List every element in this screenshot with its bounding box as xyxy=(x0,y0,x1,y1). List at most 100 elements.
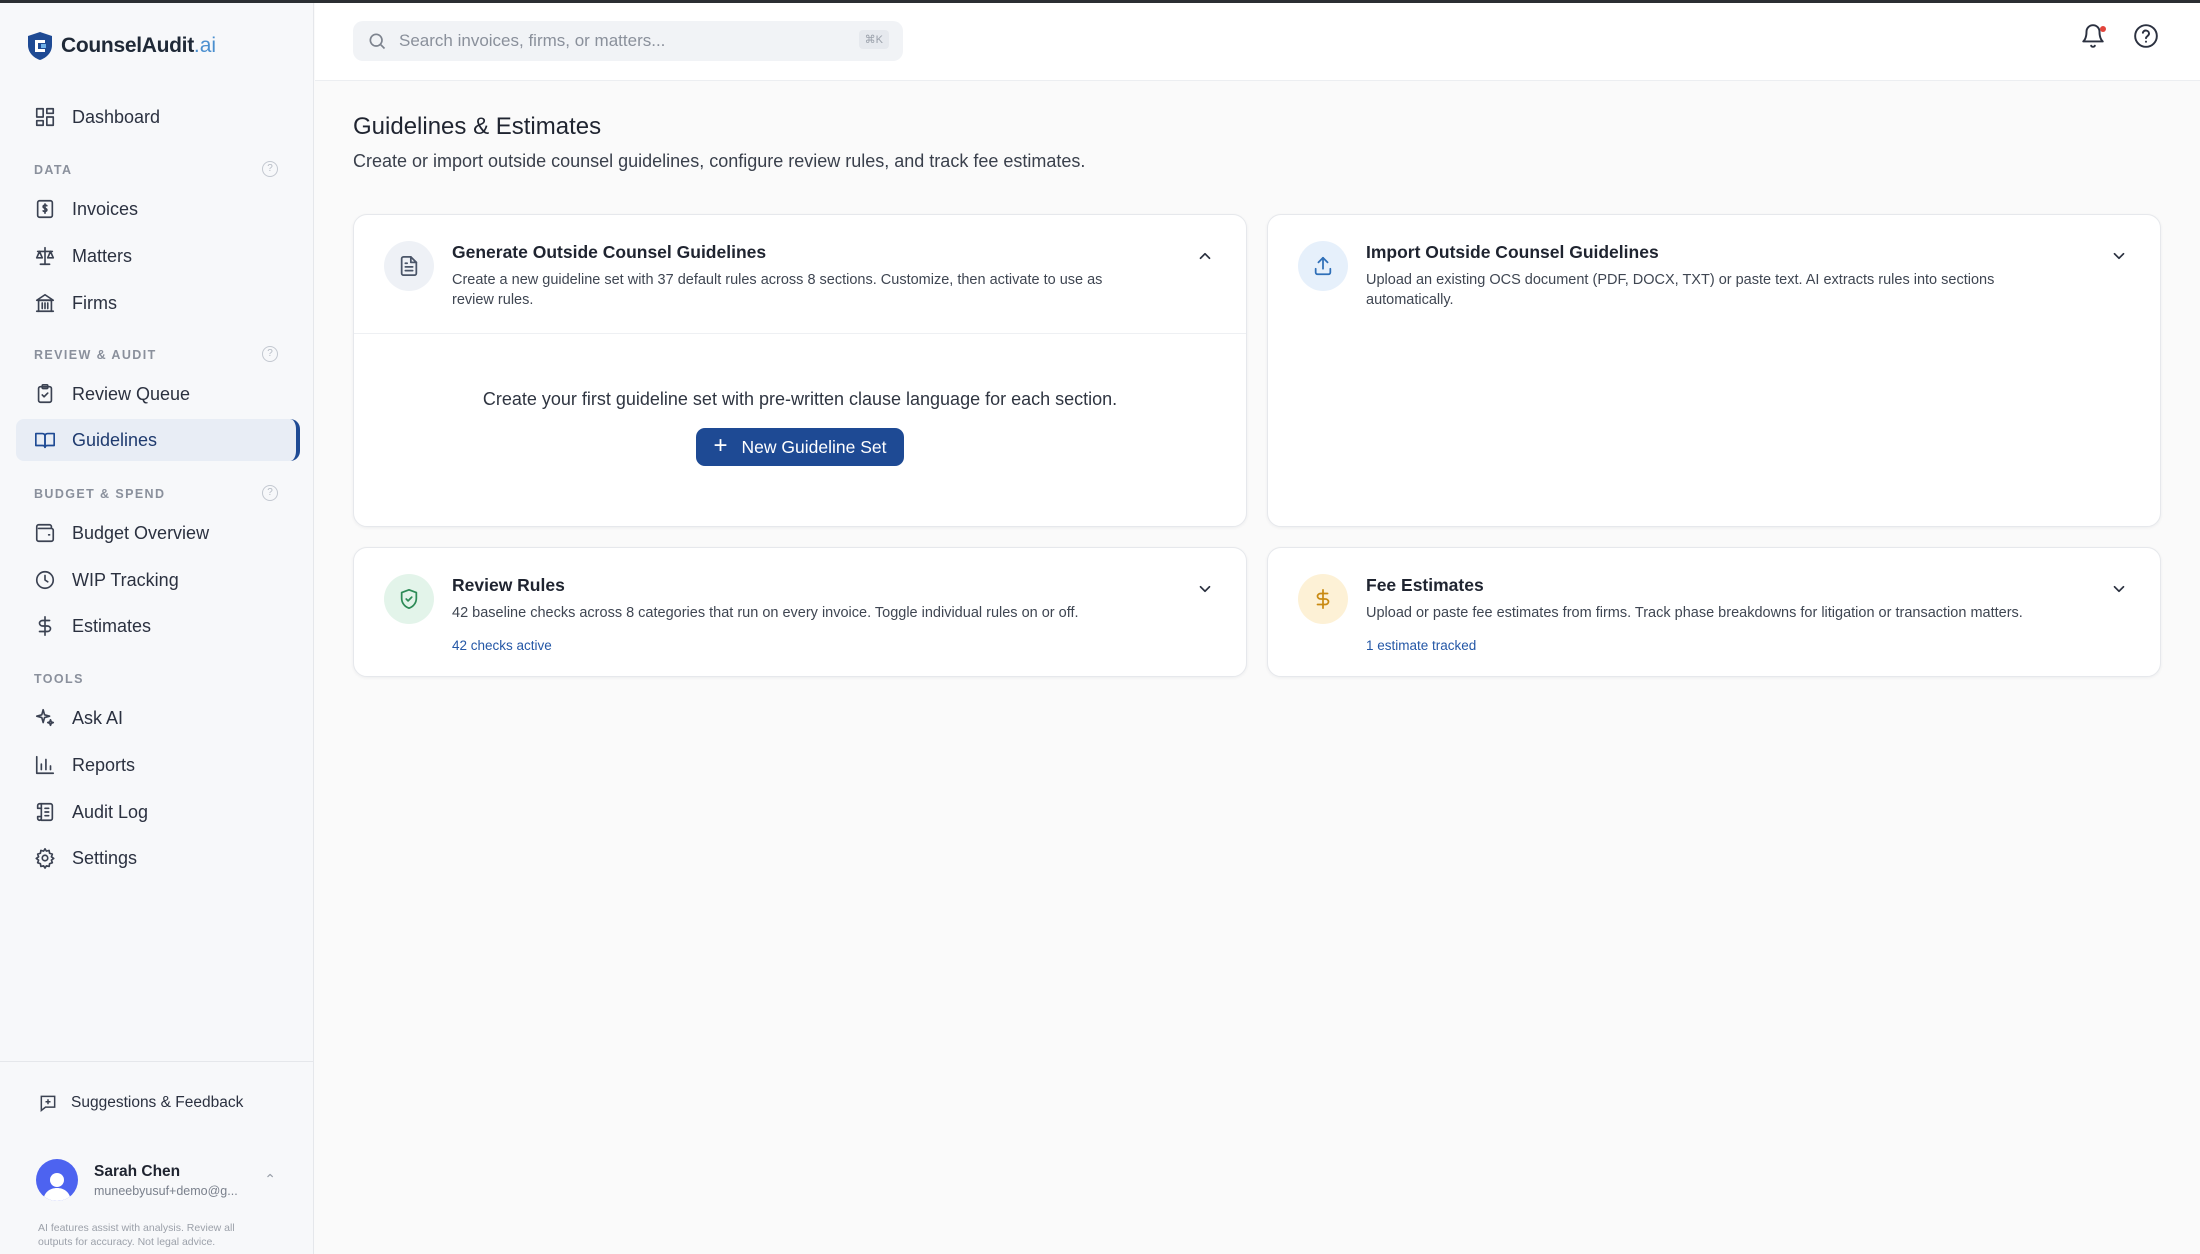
sparkles-icon xyxy=(35,708,55,727)
book-open-icon xyxy=(35,432,55,449)
chevron-down-icon xyxy=(2113,585,2125,593)
sidebar-item-budget-overview[interactable]: Budget Overview xyxy=(16,512,296,554)
new-guideline-set-button[interactable]: + New Guideline Set xyxy=(696,428,904,466)
chevron-up-icon: ⌃ xyxy=(264,1171,276,1187)
dollar-sign-icon xyxy=(38,616,52,636)
sidebar-item-audit-log[interactable]: Audit Log xyxy=(16,791,296,833)
search-shortcut-badge: ⌘K xyxy=(858,30,889,49)
empty-state-text: Create your first guideline set with pre… xyxy=(482,389,1118,409)
shield-logo-icon xyxy=(28,32,52,60)
search-bar[interactable]: ⌘K xyxy=(353,21,903,61)
expand-toggle[interactable] xyxy=(2110,247,2132,269)
top-bar: ⌘K xyxy=(315,3,2200,81)
plus-icon: + xyxy=(713,432,728,459)
notifications-button[interactable] xyxy=(2080,23,2110,53)
user-email: muneebyusuf+demo@g... xyxy=(94,1183,238,1198)
sidebar-item-reports[interactable]: Reports xyxy=(16,744,296,786)
fee-estimates-card: Fee Estimates Upload or paste fee estima… xyxy=(1267,547,2161,677)
sidebar-item-label: Budget Overview xyxy=(72,522,210,543)
section-label-review: REVIEW & AUDIT xyxy=(34,348,157,362)
review-rules-card: Review Rules 42 baseline checks across 8… xyxy=(353,547,1247,677)
scroll-text-icon xyxy=(36,802,54,822)
expand-toggle[interactable] xyxy=(1196,580,1218,602)
section-label-data: DATA xyxy=(34,163,73,177)
generate-guidelines-card: Generate Outside Counsel Guidelines Crea… xyxy=(353,214,1247,527)
sidebar-item-settings[interactable]: Settings xyxy=(16,837,296,879)
file-text-icon xyxy=(400,255,418,277)
sidebar-item-ask-ai[interactable]: Ask AI xyxy=(16,697,296,739)
sidebar-item-label: Ask AI xyxy=(72,707,124,728)
search-input[interactable] xyxy=(399,31,839,51)
fee-estimates-header[interactable]: Fee Estimates Upload or paste fee estima… xyxy=(1268,548,2160,666)
sidebar: CounselAudit.ai Dashboard DATA ? Invoice… xyxy=(0,3,314,1254)
sidebar-item-label: Guidelines xyxy=(72,429,158,450)
shield-check-icon xyxy=(400,588,418,610)
fees-icon-badge xyxy=(1298,574,1348,624)
avatar xyxy=(36,1159,78,1201)
checks-active-link[interactable]: 42 checks active xyxy=(452,638,552,653)
card-divider xyxy=(354,333,1246,334)
ai-disclaimer: AI features assist with analysis. Review… xyxy=(38,1222,235,1248)
help-circle-icon xyxy=(2134,24,2158,48)
help-button[interactable] xyxy=(2133,23,2163,53)
chevron-up-icon xyxy=(1199,252,1211,260)
sidebar-item-estimates[interactable]: Estimates xyxy=(16,605,296,647)
section-label-tools: TOOLS xyxy=(34,672,84,686)
sidebar-item-dashboard[interactable]: Dashboard xyxy=(16,96,296,138)
card-title: Import Outside Counsel Guidelines xyxy=(1366,242,1659,262)
sidebar-item-label: Dashboard xyxy=(72,106,161,127)
wallet-icon xyxy=(35,523,55,543)
card-description: Create a new guideline set with 37 defau… xyxy=(452,272,1103,308)
review-rules-header[interactable]: Review Rules 42 baseline checks across 8… xyxy=(354,548,1246,666)
search-icon xyxy=(369,33,386,50)
collapse-toggle[interactable] xyxy=(1196,247,1218,269)
dollar-sign-icon xyxy=(1316,588,1330,610)
gear-icon xyxy=(35,848,55,869)
estimates-tracked-link[interactable]: 1 estimate tracked xyxy=(1366,638,1476,653)
card-title: Generate Outside Counsel Guidelines xyxy=(452,242,767,262)
sidebar-item-label: Firms xyxy=(72,292,117,313)
sidebar-divider xyxy=(0,1061,314,1062)
help-circle-icon[interactable]: ? xyxy=(262,485,278,501)
page-subtitle: Create or import outside counsel guideli… xyxy=(353,151,1086,171)
help-circle-icon[interactable]: ? xyxy=(262,161,278,177)
feedback-button[interactable]: Suggestions & Feedback xyxy=(38,1093,243,1113)
sidebar-item-invoices[interactable]: Invoices xyxy=(16,188,296,230)
building-icon xyxy=(35,293,55,313)
brand-logo[interactable]: CounselAudit.ai xyxy=(26,31,216,61)
sidebar-item-label: Matters xyxy=(72,245,133,266)
sidebar-item-label: Reports xyxy=(72,754,136,775)
chevron-down-icon xyxy=(1199,585,1211,593)
invoice-dollar-icon xyxy=(36,199,54,219)
import-guidelines-header[interactable]: Import Outside Counsel Guidelines Upload… xyxy=(1268,215,2160,333)
generate-guidelines-header[interactable]: Generate Outside Counsel Guidelines Crea… xyxy=(354,215,1246,333)
sidebar-item-label: Settings xyxy=(72,847,138,868)
help-circle-icon[interactable]: ? xyxy=(262,346,278,362)
scale-icon xyxy=(35,246,55,266)
sidebar-item-label: Audit Log xyxy=(72,801,149,822)
sidebar-item-label: Review Queue xyxy=(72,383,191,404)
brand-suffix: .ai xyxy=(193,34,217,57)
dashboard-icon xyxy=(35,107,55,127)
section-label-budget: BUDGET & SPEND xyxy=(34,487,166,501)
card-description: Upload or paste fee estimates from firms… xyxy=(1366,605,2023,621)
user-silhouette-icon xyxy=(43,1173,71,1201)
import-guidelines-card: Import Outside Counsel Guidelines Upload… xyxy=(1267,214,2161,527)
brand-name: CounselAudit xyxy=(61,34,194,57)
sidebar-item-firms[interactable]: Firms xyxy=(16,282,296,324)
sidebar-item-matters[interactable]: Matters xyxy=(16,235,296,277)
card-title: Review Rules xyxy=(452,575,565,595)
upload-icon xyxy=(1314,256,1332,276)
notification-dot xyxy=(2100,26,2106,32)
sidebar-item-guidelines[interactable]: Guidelines xyxy=(16,419,300,461)
clock-icon xyxy=(35,570,55,590)
sidebar-item-wip-tracking[interactable]: WIP Tracking xyxy=(16,559,296,601)
sidebar-item-label: WIP Tracking xyxy=(72,569,179,590)
sidebar-item-review-queue[interactable]: Review Queue xyxy=(16,373,296,415)
rules-icon-badge xyxy=(384,574,434,624)
page-title: Guidelines & Estimates xyxy=(353,113,602,140)
chevron-down-icon xyxy=(2113,252,2125,260)
expand-toggle[interactable] xyxy=(2110,580,2132,602)
user-name: Sarah Chen xyxy=(94,1162,181,1180)
user-menu[interactable]: Sarah Chen muneebyusuf+demo@g... ⌃ xyxy=(36,1155,286,1205)
